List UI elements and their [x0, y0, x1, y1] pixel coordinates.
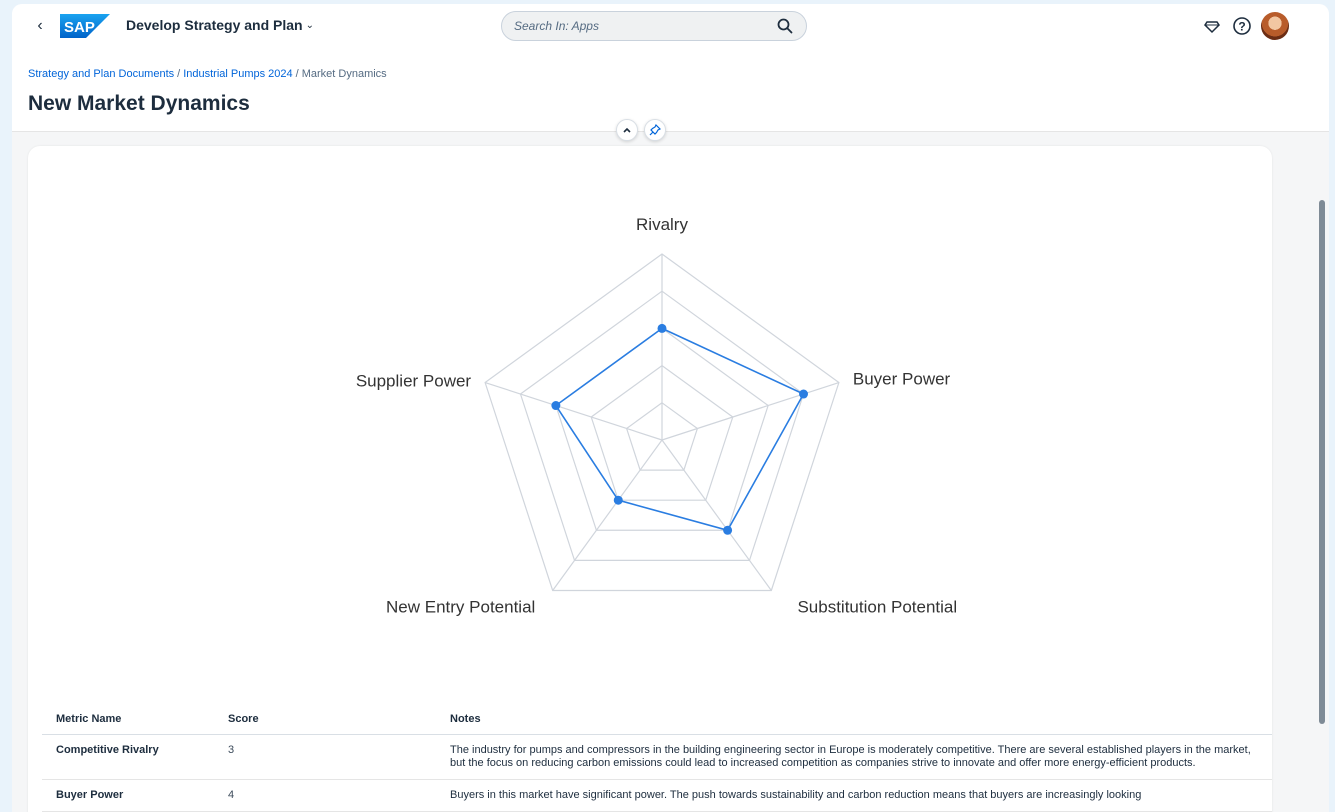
content-card: Rivalry Buyer Power Substitution Potential… [28, 146, 1272, 812]
radar-axis-label: Supplier Power [356, 372, 472, 391]
metric-name: Competitive Rivalry [42, 734, 214, 780]
metric-score: 4 [214, 779, 436, 812]
breadcrumb-current: Market Dynamics [301, 68, 387, 80]
breadcrumb-link[interactable]: Industrial Pumps 2024 [183, 68, 292, 80]
table-row[interactable]: Buyer Power 4 Buyers in this market have… [42, 779, 1272, 812]
radar-data-point [657, 323, 667, 333]
radar-spoke [661, 439, 772, 591]
table-header-row: Metric Name Score Notes [42, 704, 1272, 735]
radar-data-point [551, 401, 561, 411]
object-page-header: Strategy and Plan Documents / Industrial P… [12, 48, 1329, 132]
collapse-icon[interactable] [616, 119, 638, 141]
metric-notes: Buyers in this market have significant p… [436, 779, 1272, 812]
radar-spoke [661, 381, 840, 441]
breadcrumb: Strategy and Plan Documents / Industrial P… [28, 68, 387, 80]
column-header[interactable]: Notes [436, 704, 1272, 735]
metric-score: 3 [214, 734, 436, 780]
search-input[interactable] [514, 19, 776, 33]
column-header[interactable]: Metric Name [42, 704, 214, 735]
header-toggles [616, 119, 666, 141]
shell-bar: ‹ SAP Develop Strategy and Plan ⌄ Search… [12, 4, 1329, 48]
diamond-icon[interactable] [1201, 15, 1223, 37]
app-shell: ‹ SAP Develop Strategy and Plan ⌄ Search… [12, 4, 1329, 812]
chevron-down-icon: ⌄ [305, 19, 314, 31]
back-icon[interactable]: ‹ [30, 16, 50, 36]
radar-spoke [552, 439, 663, 591]
column-header[interactable]: Score [214, 704, 436, 735]
shell-actions: ? [1201, 12, 1289, 40]
radar-axis-label: New Entry Potential [386, 597, 535, 616]
metric-name: Buyer Power [42, 779, 214, 812]
page-title: New Market Dynamics [28, 92, 250, 115]
vertical-scrollbar[interactable] [1319, 200, 1325, 724]
radar-data-point [799, 389, 809, 399]
svg-text:?: ? [1238, 20, 1245, 34]
metric-notes: The industry for pumps and compressors i… [436, 734, 1272, 780]
app-title-menu[interactable]: Develop Strategy and Plan ⌄ [126, 17, 314, 33]
logo-text: SAP [64, 19, 95, 36]
radar-data-point [723, 525, 733, 535]
table-row[interactable]: Competitive Rivalry 3 The industry for p… [42, 734, 1272, 780]
pin-icon[interactable] [644, 119, 666, 141]
help-icon[interactable]: ? [1231, 15, 1253, 37]
breadcrumb-separator: / [177, 68, 181, 80]
app-title: Develop Strategy and Plan [126, 17, 303, 33]
search-icon[interactable] [776, 17, 794, 35]
radar-data-point [613, 495, 623, 505]
avatar[interactable] [1261, 12, 1289, 40]
breadcrumb-link[interactable]: Strategy and Plan Documents [28, 68, 174, 80]
radar-axis-label: Buyer Power [853, 370, 951, 389]
breadcrumb-separator: / [295, 68, 299, 80]
search-field[interactable] [501, 11, 807, 41]
metrics-table: Metric Name Score Notes Competitive Riva… [42, 704, 1272, 812]
radar-chart: Rivalry Buyer Power Substitution Potential… [356, 215, 957, 616]
radar-axis-label: Rivalry [636, 215, 688, 234]
radar-axis-label: Substitution Potential [797, 597, 957, 616]
sap-logo[interactable]: SAP [60, 14, 110, 38]
